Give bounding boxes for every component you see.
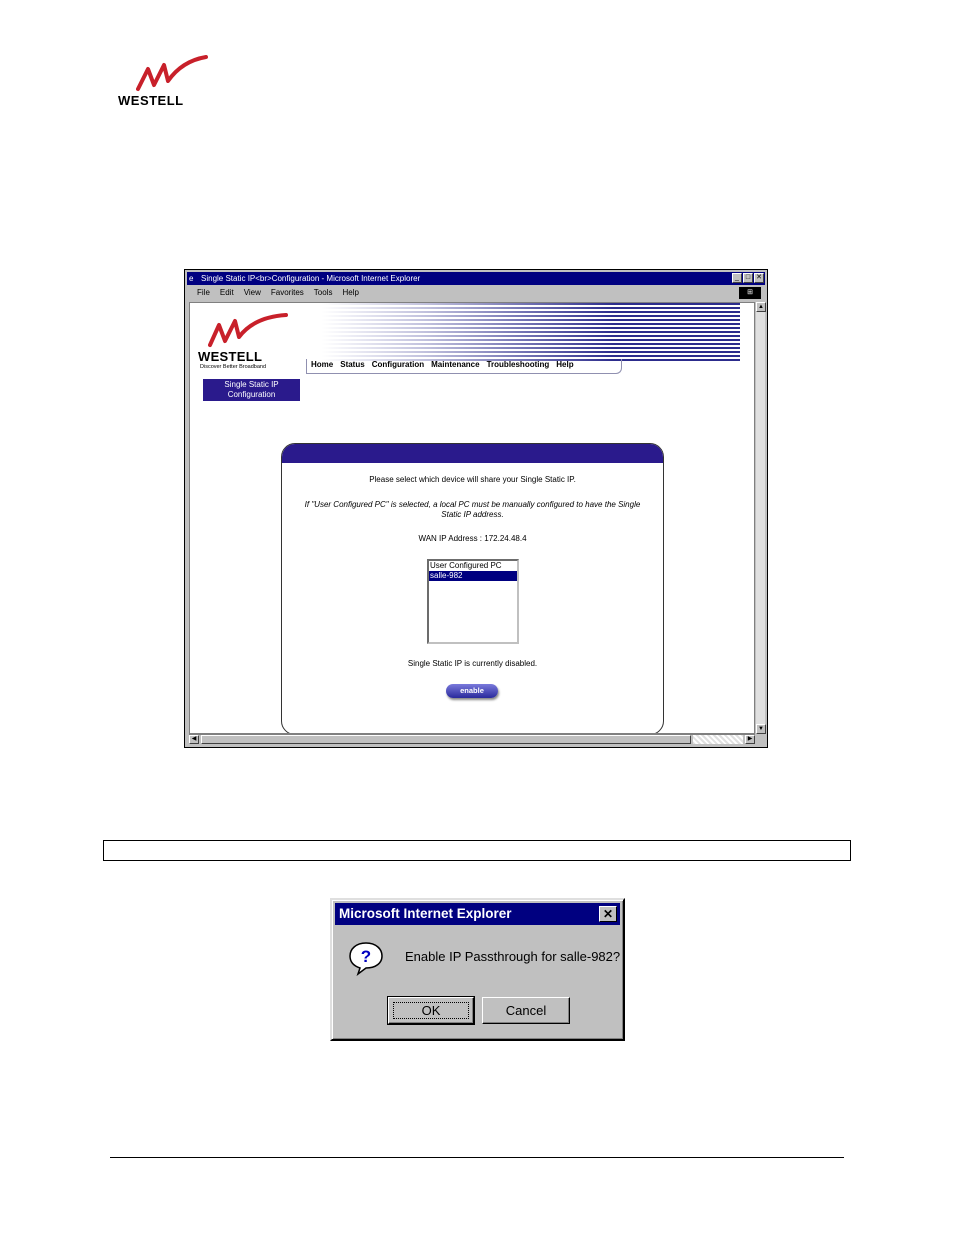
router-logo-text: WESTELL xyxy=(198,349,263,364)
cancel-button[interactable]: Cancel xyxy=(482,997,570,1024)
menu-favorites[interactable]: Favorites xyxy=(271,286,304,300)
nav-home[interactable]: Home xyxy=(311,359,333,373)
device-option-selected[interactable]: salle-982 xyxy=(429,571,517,581)
panel-header xyxy=(282,444,663,463)
westell-swoosh-icon xyxy=(136,55,208,91)
device-listbox[interactable]: User Configured PC salle-982 xyxy=(427,559,519,644)
caption-box xyxy=(103,840,851,861)
logo-text: WESTELL xyxy=(118,93,184,108)
menu-view[interactable]: View xyxy=(244,286,261,300)
dialog-message: Enable IP Passthrough for salle-982? xyxy=(405,949,621,964)
nav-maintenance[interactable]: Maintenance xyxy=(431,359,479,373)
cancel-label: Cancel xyxy=(505,1003,547,1018)
menu-tools[interactable]: Tools xyxy=(314,286,333,300)
nav-troubleshooting[interactable]: Troubleshooting xyxy=(487,359,550,373)
minimize-button[interactable]: _ xyxy=(732,273,742,283)
menu-file[interactable]: File xyxy=(197,286,210,300)
config-panel: Please select which device will share yo… xyxy=(281,443,664,733)
nav-status[interactable]: Status xyxy=(340,359,364,373)
westell-logo: WESTELL xyxy=(118,55,208,108)
prompt-text: Please select which device will share yo… xyxy=(369,475,576,484)
router-navbar: Home Status Configuration Maintenance Tr… xyxy=(306,359,622,374)
focus-ring xyxy=(393,1002,469,1019)
scroll-right-icon[interactable]: ▶ xyxy=(745,735,755,744)
browser-viewport: WESTELL Discover Better Broadband Home S… xyxy=(189,302,755,734)
nav-help[interactable]: Help xyxy=(556,359,573,373)
scroll-down-icon[interactable]: ▼ xyxy=(756,724,766,734)
section-label: Single Static IP Configuration xyxy=(203,379,300,401)
status-text: Single Static IP is currently disabled. xyxy=(407,659,538,668)
close-button[interactable]: ✕ xyxy=(754,273,764,283)
menu-edit[interactable]: Edit xyxy=(220,286,234,300)
header-stripes xyxy=(322,303,740,361)
confirm-dialog: Microsoft Internet Explorer ✕ ? Enable I… xyxy=(330,898,625,1041)
windows-throbber-icon: ⊞ xyxy=(739,287,761,299)
footer-divider xyxy=(110,1157,844,1158)
scroll-thumb[interactable] xyxy=(201,735,691,744)
device-option[interactable]: User Configured PC xyxy=(429,561,517,571)
maximize-button[interactable]: □ xyxy=(743,273,753,283)
scroll-left-icon[interactable]: ◀ xyxy=(189,735,199,744)
wan-ip-row: WAN IP Address : 172.24.48.4 xyxy=(282,534,663,544)
scroll-track[interactable] xyxy=(693,735,743,744)
westell-swoosh-icon xyxy=(208,313,288,347)
menubar: File Edit View Favorites Tools Help ⊞ xyxy=(187,286,765,300)
scroll-up-icon[interactable]: ▲ xyxy=(756,302,766,312)
browser-titlebar: e Single Static IP<br>Configuration - Mi… xyxy=(187,272,765,285)
question-icon: ? xyxy=(349,942,383,976)
wan-ip-value: 172.24.48.4 xyxy=(484,534,527,543)
dialog-title: Microsoft Internet Explorer ✕ xyxy=(335,903,620,925)
browser-title: Single Static IP<br>Configuration - Micr… xyxy=(201,274,421,283)
menu-help[interactable]: Help xyxy=(342,286,358,300)
wan-ip-label: WAN IP Address : xyxy=(418,534,483,543)
svg-text:?: ? xyxy=(361,947,371,966)
router-tagline: Discover Better Broadband xyxy=(200,364,267,370)
horizontal-scrollbar[interactable]: ◀ ▶ xyxy=(189,734,755,744)
vertical-scrollbar[interactable]: ▲ ▼ xyxy=(755,302,766,734)
ok-button[interactable]: OK xyxy=(387,996,475,1025)
dialog-close-icon[interactable]: ✕ xyxy=(599,906,617,922)
router-logo: WESTELL Discover Better Broadband xyxy=(198,313,298,370)
enable-button[interactable]: enable xyxy=(446,684,498,698)
dialog-title-text: Microsoft Internet Explorer xyxy=(339,906,512,921)
browser-window: e Single Static IP<br>Configuration - Mi… xyxy=(184,269,768,748)
nav-configuration[interactable]: Configuration xyxy=(372,359,424,373)
ie-icon: e xyxy=(189,274,194,283)
note-text: If "User Configured PC" is selected, a l… xyxy=(304,500,641,519)
